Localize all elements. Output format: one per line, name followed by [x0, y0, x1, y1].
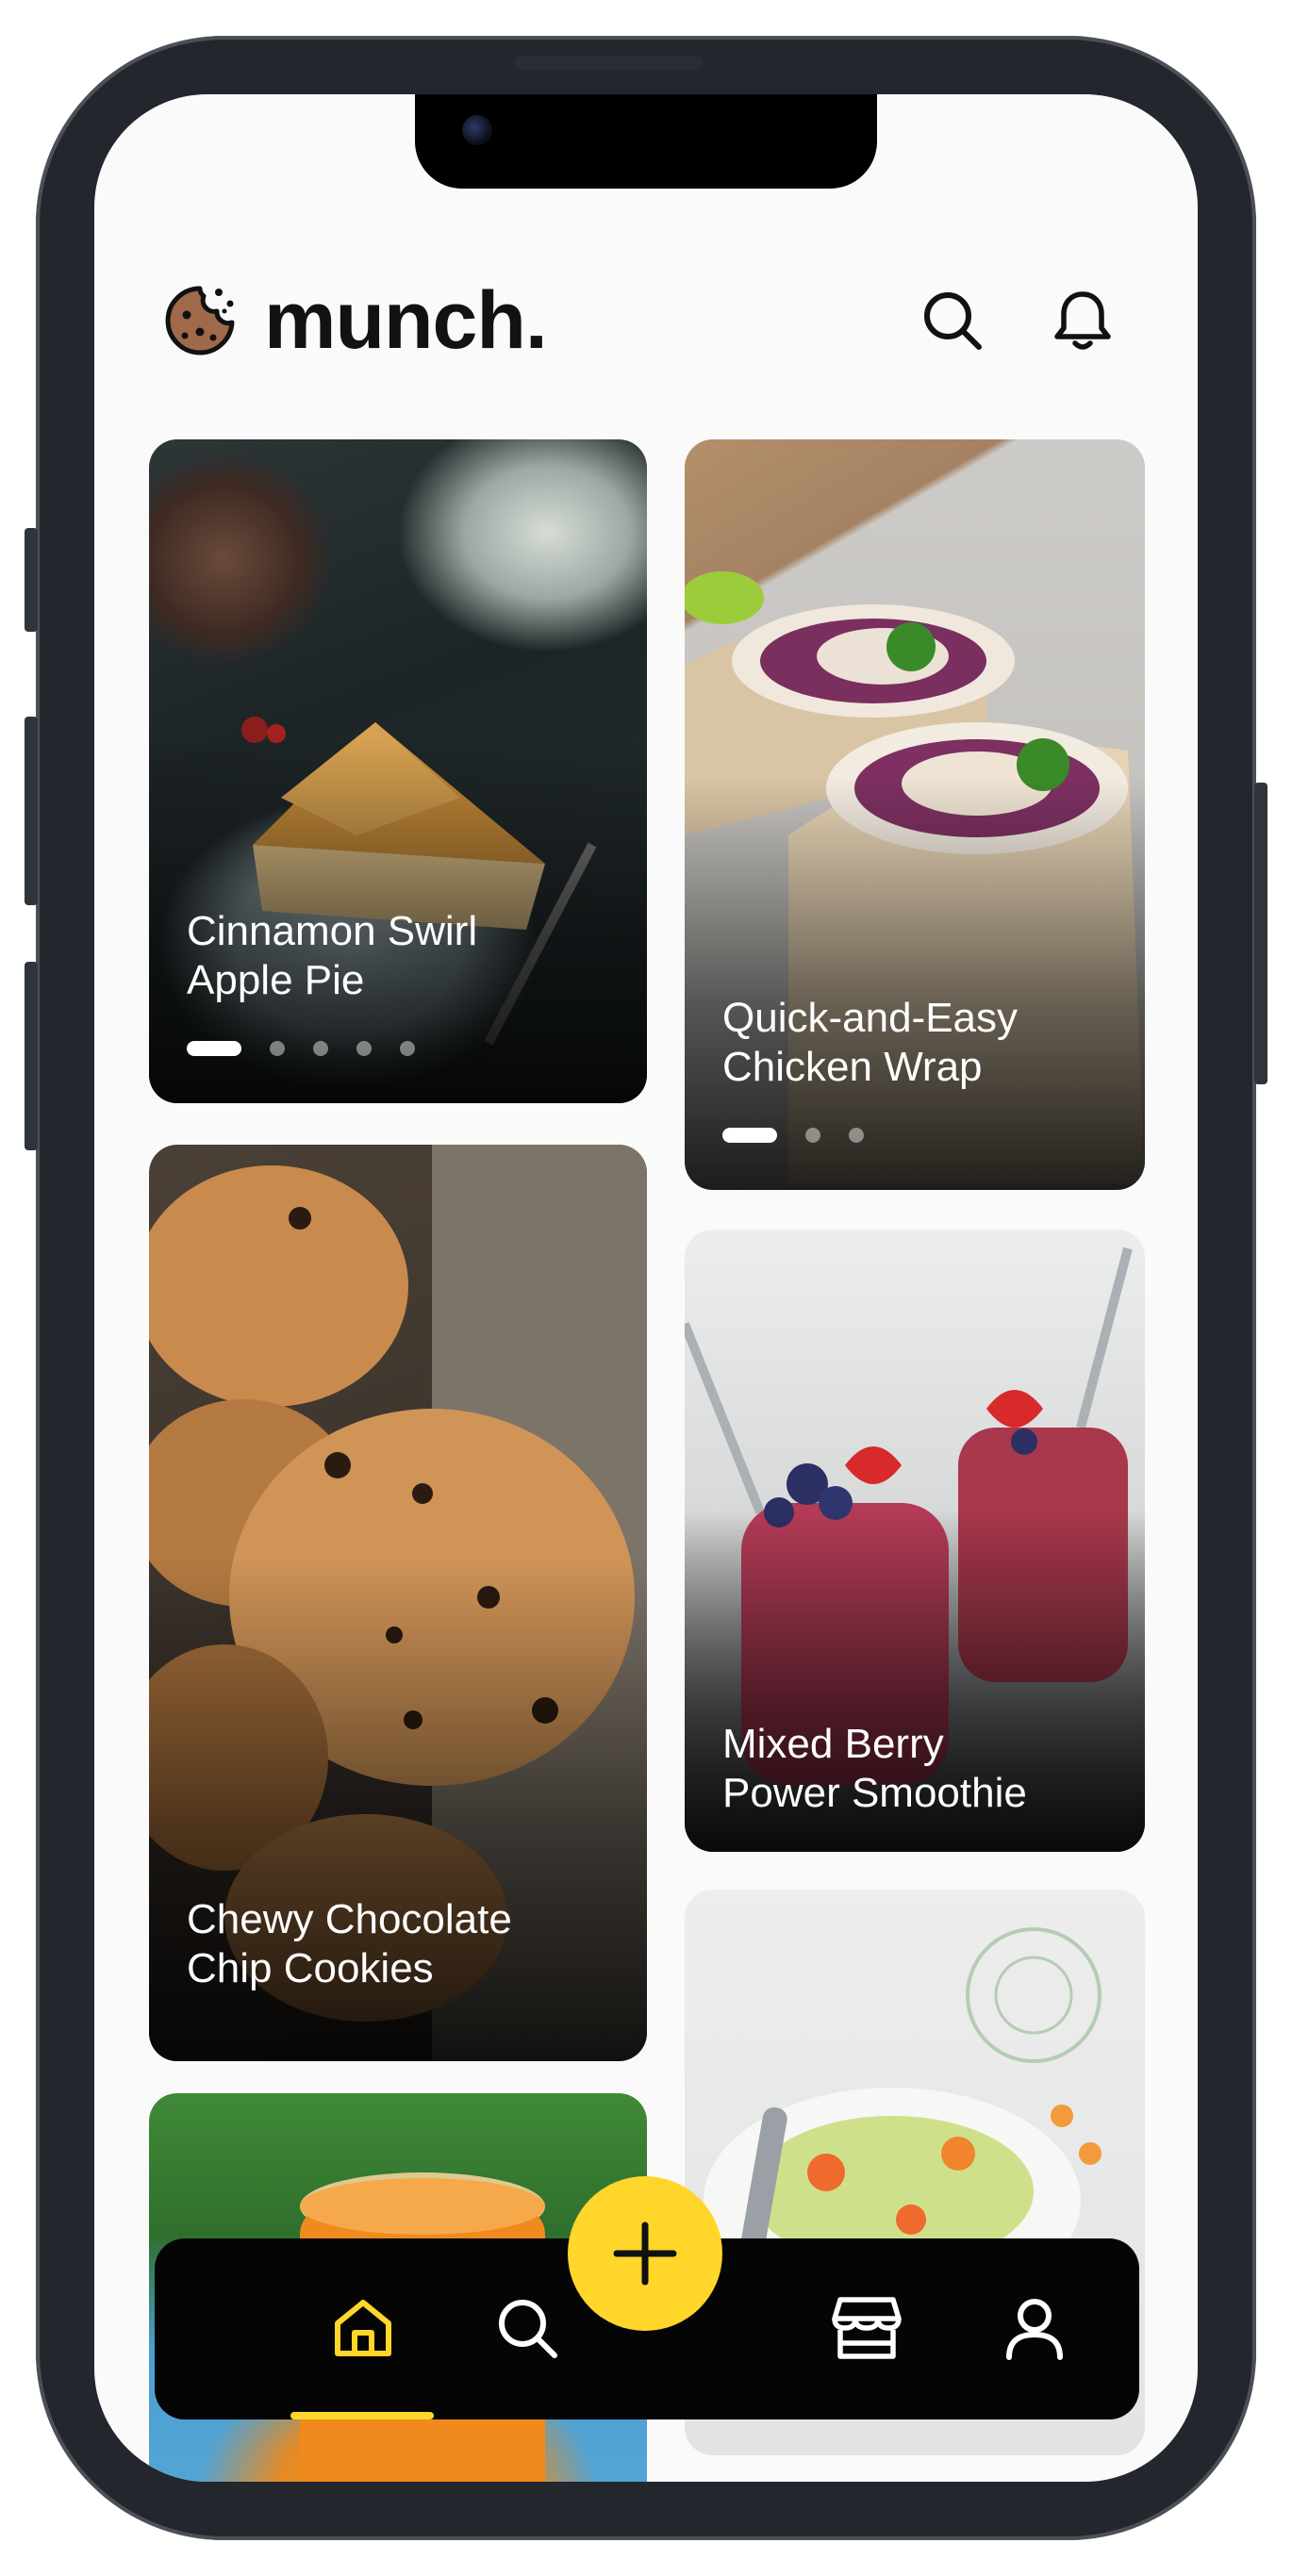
side-button-volume-down [25, 962, 38, 1150]
side-button-power [1254, 783, 1267, 1084]
plus-icon [613, 2221, 677, 2286]
carousel-dot[interactable] [270, 1041, 285, 1056]
carousel-dot[interactable] [849, 1128, 864, 1143]
search-icon [499, 2300, 557, 2358]
nav-home[interactable] [321, 2286, 406, 2370]
recipe-card-cookies[interactable]: Chewy Chocolate Chip Cookies [149, 1145, 647, 2061]
carousel-dot-active[interactable] [722, 1128, 777, 1143]
recipe-title: Chewy Chocolate Chip Cookies [187, 1896, 512, 1991]
search-icon[interactable] [915, 283, 990, 358]
home-icon [335, 2300, 391, 2356]
earpiece-speaker [514, 57, 703, 70]
side-button-mute [25, 528, 38, 632]
app-title: munch. [264, 275, 548, 366]
carousel-dot[interactable] [805, 1128, 820, 1143]
side-button-volume-up [25, 717, 38, 905]
active-tab-indicator [290, 2412, 434, 2419]
notch [415, 94, 877, 189]
carousel-dot-active[interactable] [187, 1041, 241, 1056]
recipe-title: Cinnamon Swirl Apple Pie [187, 908, 478, 1003]
nav-search[interactable] [485, 2286, 570, 2370]
carousel-dot[interactable] [400, 1041, 415, 1056]
app-header: munch. [94, 255, 1198, 387]
front-camera [462, 115, 492, 145]
recipe-card-chicken-wrap[interactable]: Quick-and-Easy Chicken Wrap [685, 439, 1145, 1190]
recipe-title: Quick-and-Easy Chicken Wrap [722, 995, 1019, 1090]
carousel-dot[interactable] [356, 1041, 372, 1056]
add-recipe-button[interactable] [568, 2176, 722, 2331]
nav-shop[interactable] [824, 2286, 909, 2370]
recipe-card-apple-pie[interactable]: Cinnamon Swirl Apple Pie [149, 439, 647, 1103]
user-icon [1006, 2299, 1063, 2360]
carousel-dots [722, 1128, 892, 1143]
recipe-title: Mixed Berry Power Smoothie [722, 1721, 1027, 1816]
cookie-logo-icon [165, 286, 235, 355]
nav-profile[interactable] [992, 2286, 1077, 2370]
store-icon [832, 2297, 902, 2359]
recipe-card-berry-smoothie[interactable]: Mixed Berry Power Smoothie [685, 1230, 1145, 1852]
carousel-dot[interactable] [313, 1041, 328, 1056]
carousel-dots [187, 1041, 443, 1056]
app-screen: munch. Cinnamon Swirl Apple Pie Quick-an… [94, 94, 1198, 2482]
bell-icon[interactable] [1045, 283, 1120, 358]
